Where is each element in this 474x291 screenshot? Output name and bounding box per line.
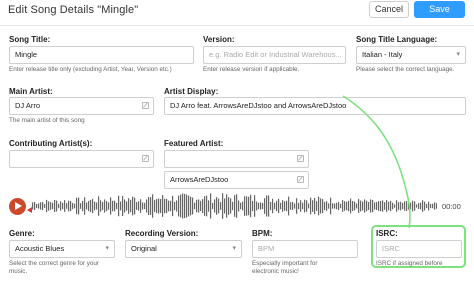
annotation-arrow-path xyxy=(342,95,411,229)
annotation-arrow xyxy=(342,95,411,229)
